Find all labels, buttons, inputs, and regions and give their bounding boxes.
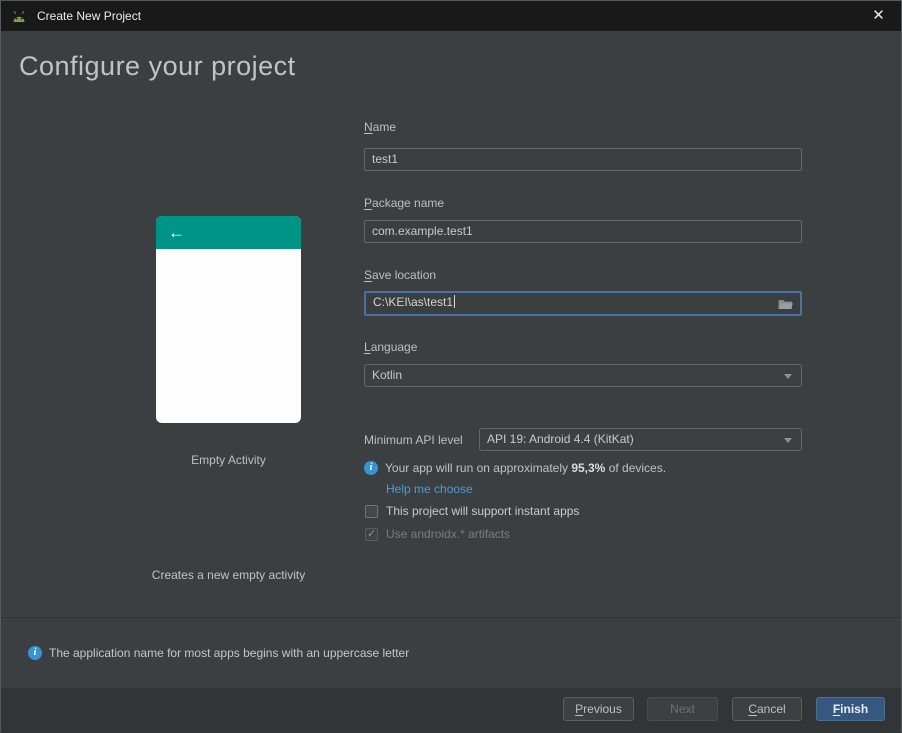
previous-button[interactable]: Previous <box>563 697 634 721</box>
androidx-row: Use androidx.* artifacts <box>365 527 510 541</box>
template-preview: ← <box>156 216 301 423</box>
folder-browse-icon[interactable] <box>778 297 793 316</box>
text-caret <box>454 295 456 308</box>
api-coverage-info: i Your app will run on approximately 95,… <box>364 461 666 475</box>
min-api-value: API 19: Android 4.4 (KitKat) <box>487 432 634 446</box>
package-name-label: Package name <box>364 196 445 210</box>
save-location-value: C:\KEI\as\test1 <box>373 295 454 309</box>
page-title: Configure your project <box>19 51 296 81</box>
info-icon: i <box>28 646 42 660</box>
instant-apps-label: This project will support instant apps <box>386 504 580 518</box>
language-label: Language <box>364 340 418 354</box>
min-api-dropdown[interactable]: API 19: Android 4.4 (KitKat) <box>479 428 802 451</box>
language-value: Kotlin <box>372 368 403 382</box>
android-icon <box>10 10 28 23</box>
divider <box>1 617 901 618</box>
package-name-value: com.example.test1 <box>372 224 473 238</box>
api-coverage-percent: 95,3% <box>571 461 606 475</box>
preview-appbar: ← <box>156 216 301 249</box>
name-input[interactable]: test1 <box>364 148 802 171</box>
chevron-down-icon <box>784 438 792 443</box>
create-new-project-dialog: Create New Project ✕ Configure your proj… <box>0 0 902 733</box>
save-location-input[interactable]: C:\KEI\as\test1 <box>364 291 802 316</box>
window-title: Create New Project <box>37 9 142 23</box>
validation-hint-text: The application name for most apps begin… <box>49 646 410 660</box>
title-bar: Create New Project ✕ <box>1 1 901 31</box>
chevron-down-icon <box>784 374 792 379</box>
instant-apps-checkbox[interactable] <box>365 504 378 518</box>
back-arrow-icon: ← <box>168 223 185 242</box>
info-icon: i <box>364 461 378 475</box>
finish-button[interactable]: Finish <box>816 697 885 721</box>
name-label: Name <box>364 120 397 134</box>
template-name: Empty Activity <box>191 453 266 467</box>
min-api-label: Minimum API level <box>364 433 463 447</box>
androidx-label: Use androidx.* artifacts <box>386 527 511 541</box>
cancel-button[interactable]: Cancel <box>732 697 802 721</box>
package-name-input[interactable]: com.example.test1 <box>364 220 802 243</box>
next-button: Next <box>647 697 718 721</box>
help-me-choose-link[interactable]: Help me choose <box>386 482 473 496</box>
close-icon[interactable]: ✕ <box>856 1 901 31</box>
name-value: test1 <box>372 152 399 166</box>
template-description: Creates a new empty activity <box>151 568 306 582</box>
language-dropdown[interactable]: Kotlin <box>364 364 802 387</box>
instant-apps-row: This project will support instant apps <box>365 504 579 518</box>
validation-hint: i The application name for most apps beg… <box>28 646 409 660</box>
save-location-label: Save location <box>364 268 437 282</box>
api-coverage-text: Your app will run on approximately <box>385 461 572 475</box>
androidx-checkbox <box>365 527 378 541</box>
api-coverage-suffix: of devices. <box>605 461 667 475</box>
